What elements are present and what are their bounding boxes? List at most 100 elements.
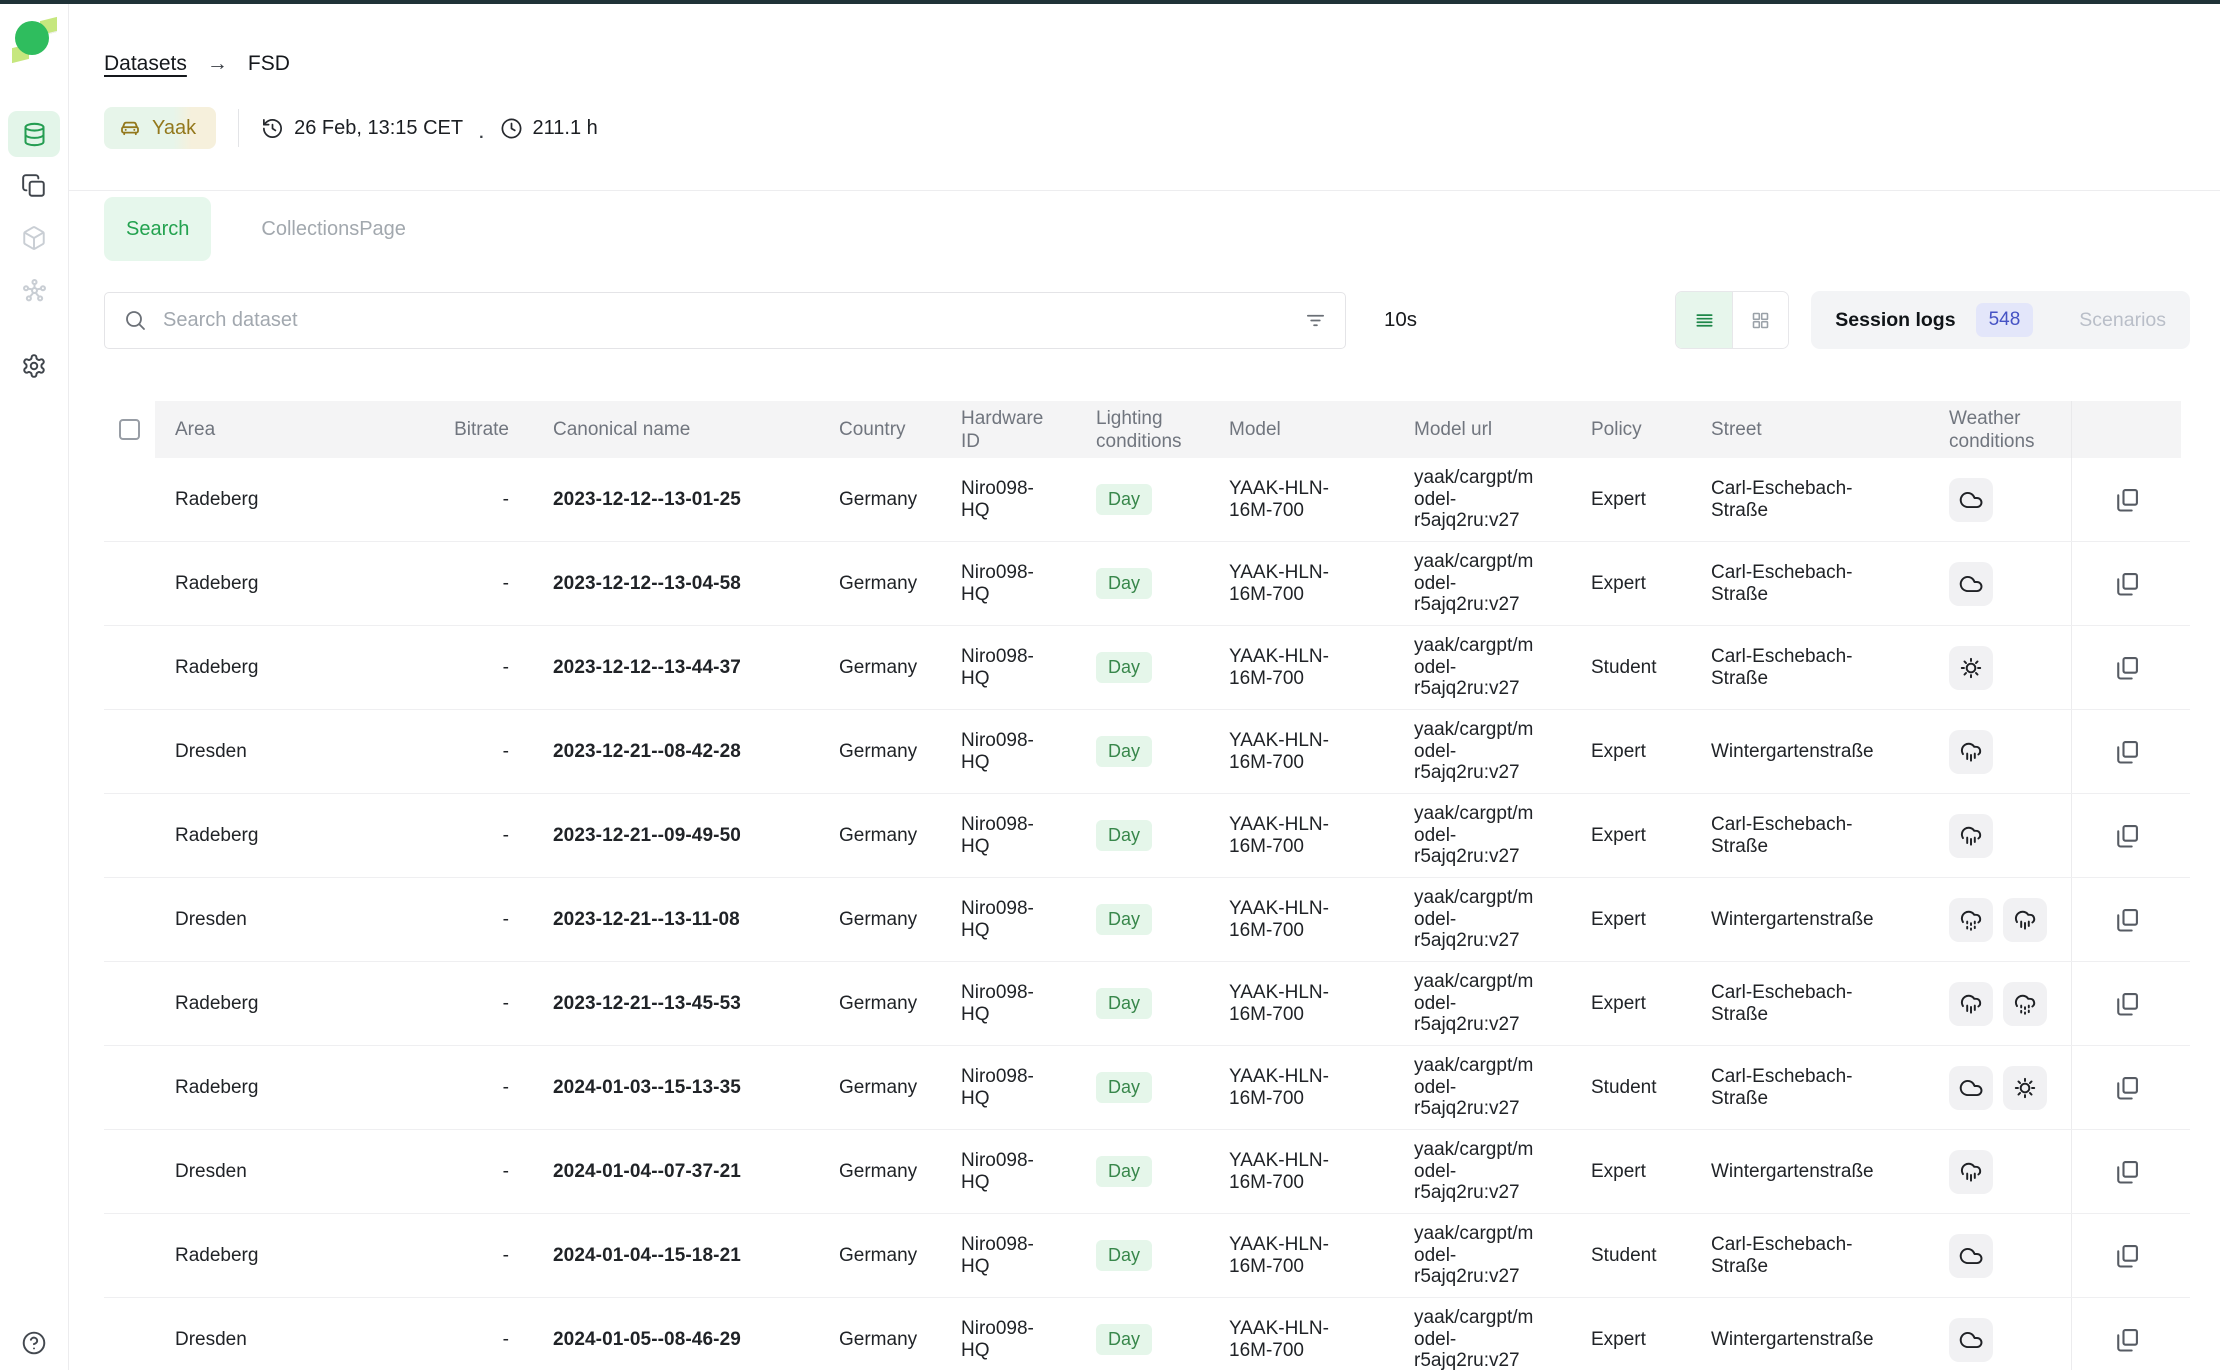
table-row[interactable]: Radeberg - 2023-12-21--09-49-50 Germany …: [104, 794, 2190, 878]
cloud-icon: [1949, 478, 1993, 522]
copy-icon: [2113, 570, 2141, 598]
cell-model-url: yaak/cargpt/model-r5ajq2ru:v27: [1388, 962, 1565, 1045]
hub-icon: [21, 277, 48, 304]
tab-search[interactable]: Search: [104, 197, 211, 261]
cell-street: Carl-Eschebach-Straße: [1683, 626, 1923, 709]
cell-policy: Student: [1565, 1046, 1683, 1129]
model-text: YAAK-HLN-16M-700: [1229, 478, 1358, 521]
cell-model: YAAK-HLN-16M-700: [1203, 626, 1388, 709]
session-logs-count-badge: 548: [1976, 303, 2034, 337]
model-text: YAAK-HLN-16M-700: [1229, 562, 1358, 605]
copy-icon: [2113, 906, 2141, 934]
copy-icon: [2113, 738, 2141, 766]
list-icon: [1693, 309, 1716, 332]
table-row[interactable]: Radeberg - 2023-12-12--13-04-58 Germany …: [104, 542, 2190, 626]
copy-button[interactable]: [2107, 564, 2147, 604]
session-logs-table: Area Bitrate Canonical name Country Hard…: [104, 401, 2190, 1370]
cell-lighting-conditions: Day: [1070, 458, 1203, 541]
row-checkbox-cell: [104, 794, 155, 877]
row-checkbox-cell: [104, 1214, 155, 1297]
street-text: Carl-Eschebach-Straße: [1711, 1066, 1896, 1109]
logo-circle-icon: [15, 21, 49, 55]
copy-button[interactable]: [2107, 984, 2147, 1024]
drizzle-icon: [1949, 898, 1993, 942]
table-row[interactable]: Radeberg - 2023-12-21--13-45-53 Germany …: [104, 962, 2190, 1046]
scenarios-option[interactable]: Scenarios: [2079, 309, 2166, 332]
copy-icon: [2113, 990, 2141, 1018]
copy-button[interactable]: [2107, 480, 2147, 520]
filter-icon[interactable]: [1304, 309, 1327, 332]
model-text: YAAK-HLN-16M-700: [1229, 1150, 1358, 1193]
cell-area: Dresden: [155, 1130, 440, 1213]
sidebar-item-nodes[interactable]: [8, 267, 60, 313]
logs-scenarios-switch: Session logs 548 Scenarios: [1811, 291, 2190, 349]
table-row[interactable]: Radeberg - 2024-01-03--15-13-35 Germany …: [104, 1046, 2190, 1130]
table-row[interactable]: Radeberg - 2024-01-04--15-18-21 Germany …: [104, 1214, 2190, 1298]
model-url-text: yaak/cargpt/model-r5ajq2ru:v27: [1414, 467, 1534, 532]
cell-model-url: yaak/cargpt/model-r5ajq2ru:v27: [1388, 542, 1565, 625]
table-row[interactable]: Dresden - 2023-12-21--08-42-28 Germany N…: [104, 710, 2190, 794]
session-logs-option[interactable]: Session logs: [1835, 309, 1955, 332]
app-logo: [11, 17, 57, 63]
table-row[interactable]: Radeberg - 2023-12-12--13-44-37 Germany …: [104, 626, 2190, 710]
sidebar-item-packages[interactable]: [8, 215, 60, 261]
copy-icon: [2113, 822, 2141, 850]
sidebar: [0, 4, 69, 1370]
cell-model-url: yaak/cargpt/model-r5ajq2ru:v27: [1388, 794, 1565, 877]
street-text: Carl-Eschebach-Straße: [1711, 1234, 1896, 1277]
model-url-text: yaak/cargpt/model-r5ajq2ru:v27: [1414, 635, 1534, 700]
hardware-id-text: Niro098-HQ: [961, 646, 1051, 689]
cell-actions: [2071, 794, 2181, 877]
toolbar: 10s Session logs 548 Scenarios: [104, 291, 2190, 349]
cell-bitrate: -: [440, 626, 525, 709]
cell-area: Dresden: [155, 1298, 440, 1370]
list-view-button[interactable]: [1676, 292, 1732, 348]
copy-button[interactable]: [2107, 1320, 2147, 1360]
model-text: YAAK-HLN-16M-700: [1229, 1066, 1358, 1109]
cell-lighting-conditions: Day: [1070, 962, 1203, 1045]
cell-policy: Student: [1565, 1214, 1683, 1297]
grid-view-button[interactable]: [1732, 292, 1788, 348]
lighting-badge: Day: [1096, 820, 1152, 852]
cell-country: Germany: [815, 710, 935, 793]
copy-button[interactable]: [2107, 1152, 2147, 1192]
cell-area: Radeberg: [155, 626, 440, 709]
cell-model: YAAK-HLN-16M-700: [1203, 458, 1388, 541]
cell-weather-conditions: [1923, 962, 2071, 1045]
model-text: YAAK-HLN-16M-700: [1229, 1318, 1358, 1361]
copy-button[interactable]: [2107, 816, 2147, 856]
copy-button[interactable]: [2107, 648, 2147, 688]
cell-weather-conditions: [1923, 542, 2071, 625]
table-row[interactable]: Radeberg - 2023-12-12--13-01-25 Germany …: [104, 458, 2190, 542]
tab-collections-page[interactable]: CollectionsPage: [239, 197, 428, 261]
header-actions: [2071, 401, 2181, 458]
select-all-checkbox[interactable]: [119, 419, 140, 440]
cell-model-url: yaak/cargpt/model-r5ajq2ru:v27: [1388, 878, 1565, 961]
search-input[interactable]: [161, 308, 1304, 333]
cloud-icon: [1949, 1234, 1993, 1278]
table-row[interactable]: Dresden - 2024-01-05--08-46-29 Germany N…: [104, 1298, 2190, 1370]
cell-street: Wintergartenstraße: [1683, 1298, 1923, 1370]
cell-model-url: yaak/cargpt/model-r5ajq2ru:v27: [1388, 1130, 1565, 1213]
cell-area: Radeberg: [155, 542, 440, 625]
sidebar-item-datasets[interactable]: [8, 111, 60, 157]
cell-canonical-name: 2023-12-21--09-49-50: [525, 794, 815, 877]
table-row[interactable]: Dresden - 2024-01-04--07-37-21 Germany N…: [104, 1130, 2190, 1214]
help-button[interactable]: [0, 1330, 68, 1356]
table-row[interactable]: Dresden - 2023-12-21--13-11-08 Germany N…: [104, 878, 2190, 962]
copy-button[interactable]: [2107, 1068, 2147, 1108]
header-model-url: Model url: [1388, 401, 1565, 458]
cell-lighting-conditions: Day: [1070, 1130, 1203, 1213]
sidebar-item-settings[interactable]: [8, 343, 60, 389]
copy-button[interactable]: [2107, 900, 2147, 940]
copy-button[interactable]: [2107, 1236, 2147, 1276]
breadcrumb-datasets-link[interactable]: Datasets: [104, 52, 187, 76]
model-text: YAAK-HLN-16M-700: [1229, 814, 1358, 857]
lighting-badge: Day: [1096, 652, 1152, 684]
copy-button[interactable]: [2107, 732, 2147, 772]
model-url-text: yaak/cargpt/model-r5ajq2ru:v27: [1414, 803, 1534, 868]
cell-actions: [2071, 962, 2181, 1045]
lighting-badge: Day: [1096, 904, 1152, 936]
cell-policy: Expert: [1565, 458, 1683, 541]
sidebar-item-collections[interactable]: [8, 163, 60, 209]
